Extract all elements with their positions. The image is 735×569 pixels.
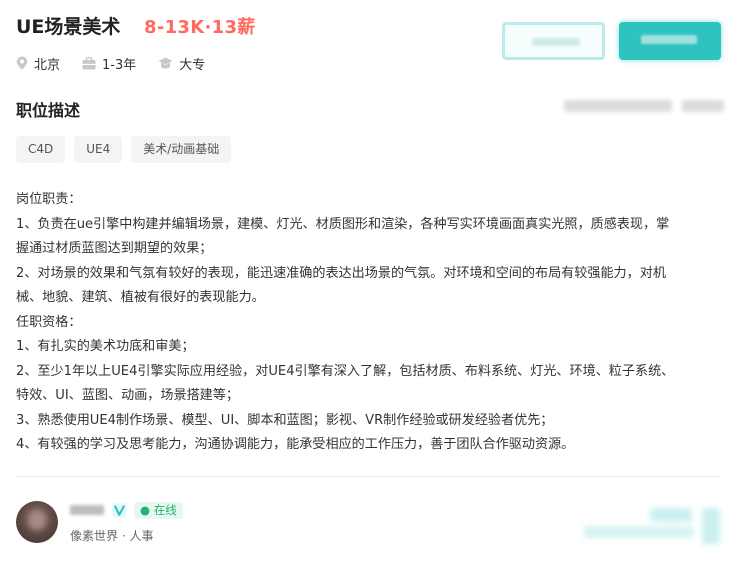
description-line: 1、负责在ue引擎中构建并编辑场景，建模、灯光、材质图形和渲染，各种写实环境画面… bbox=[16, 216, 670, 232]
verified-v-icon bbox=[112, 503, 127, 518]
location-text: 北京 bbox=[34, 57, 61, 73]
interest-button[interactable] bbox=[502, 22, 605, 60]
blurred-qr-area bbox=[584, 526, 694, 538]
description-line: 握通过材质蓝图达到期望的效果； bbox=[16, 241, 213, 256]
online-status-badge: ● 在线 bbox=[134, 502, 183, 519]
online-status-text: 在线 bbox=[153, 503, 177, 517]
description-line: 4、有较强的学习及思考能力，沟通协调能力，能承受相应的工作压力，善于团队合作驱动… bbox=[16, 437, 575, 452]
experience-text: 1-3年 bbox=[102, 57, 137, 73]
chat-button-label-blurred bbox=[641, 35, 697, 44]
meta-location: 北京 bbox=[16, 54, 60, 73]
skill-tag: 美术/动画基础 bbox=[131, 136, 232, 163]
description-line: 2、至少1年以上UE4引擎实际应用经验，对UE4引擎有深入了解，包括材质、布料系… bbox=[16, 363, 675, 379]
description-line: 3、熟悉使用UE4制作场景、模型、UI、脚本和蓝图；影视、VR制作经验或研发经验… bbox=[16, 412, 554, 428]
meta-experience: 1-3年 bbox=[82, 54, 136, 73]
meta-education: 大专 bbox=[158, 54, 205, 73]
briefcase-icon bbox=[82, 56, 96, 69]
recruiter-name-blurred bbox=[70, 505, 104, 515]
description-line: 岗位职责： bbox=[16, 192, 82, 207]
recruiter-company-role: 像素世界 · 人事 bbox=[70, 529, 154, 543]
blurred-meta-1 bbox=[564, 100, 672, 112]
graduation-cap-icon bbox=[158, 57, 173, 69]
description-line: 1、有扎实的美术功底和审美； bbox=[16, 339, 195, 354]
location-pin-icon bbox=[16, 56, 28, 70]
salary: 8-13K·13薪 bbox=[144, 17, 256, 38]
job-meta: 北京 1-3年 大专 bbox=[16, 54, 227, 73]
skill-tags: C4D UE4 美术/动画基础 bbox=[16, 136, 240, 163]
divider bbox=[16, 476, 719, 477]
description-line: 2、对场景的效果和气氛有较好的表现，能迅速准确的表达出场景的气氛。对环境和空间的… bbox=[16, 265, 666, 281]
blurred-qr-area bbox=[650, 508, 692, 522]
chat-button[interactable] bbox=[619, 22, 721, 60]
description-line: 特效、UI、蓝图、动画，场景搭建等； bbox=[16, 388, 239, 403]
skill-tag: UE4 bbox=[74, 136, 123, 163]
job-description-text: 岗位职责： 1、负责在ue引擎中构建并编辑场景，建模、灯光、材质图形和渲染，各种… bbox=[16, 188, 722, 458]
recruiter-avatar[interactable] bbox=[16, 501, 58, 543]
description-line: 械、地貌、建筑、植被有很好的表现能力。 bbox=[16, 290, 265, 305]
section-title-description: 职位描述 bbox=[16, 101, 81, 120]
skill-tag: C4D bbox=[16, 136, 66, 163]
job-title: UE场景美术 bbox=[16, 16, 121, 38]
interest-button-label-blurred bbox=[532, 38, 580, 46]
blurred-qr-area bbox=[702, 508, 720, 544]
description-line: 任职资格： bbox=[16, 314, 82, 330]
education-text: 大专 bbox=[179, 57, 206, 73]
blurred-meta-2 bbox=[682, 100, 724, 112]
